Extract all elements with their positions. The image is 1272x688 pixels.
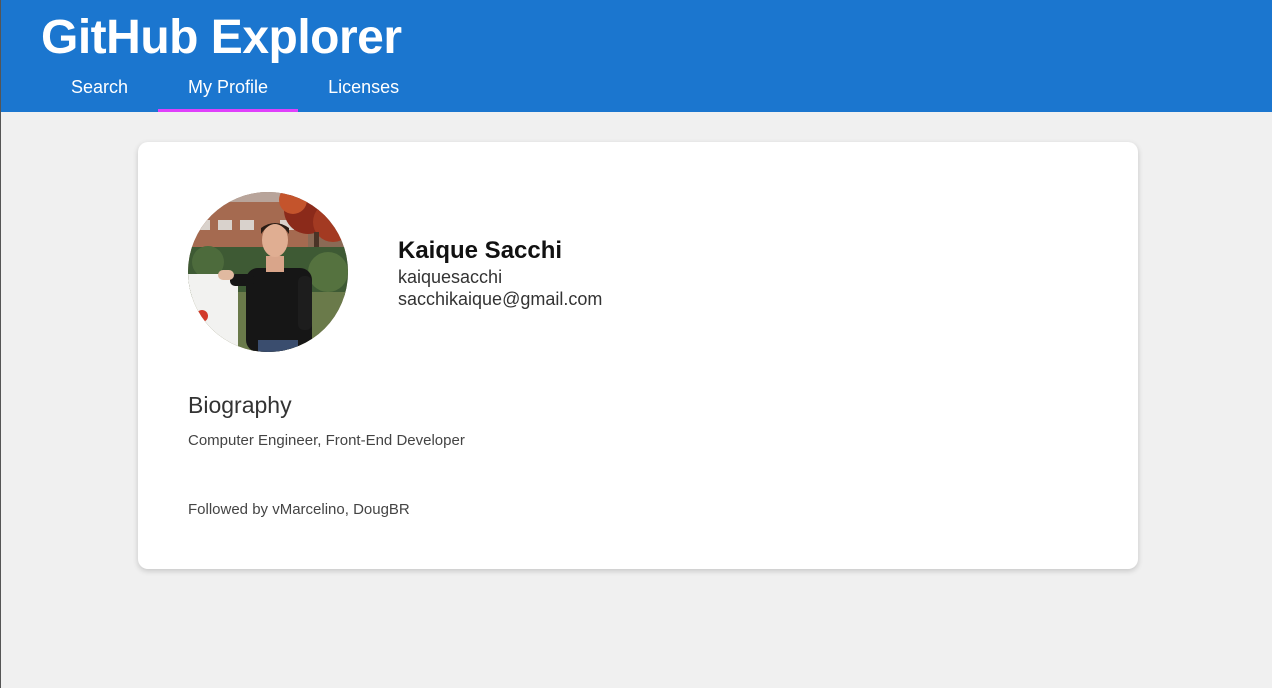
avatar <box>188 192 348 352</box>
tab-search[interactable]: Search <box>41 66 158 112</box>
profile-identity: Kaique Sacchi kaiquesacchi sacchikaique@… <box>398 236 602 310</box>
profile-photo-icon <box>188 192 348 352</box>
app-window: GitHub Explorer Search My Profile Licens… <box>0 0 1272 688</box>
tab-my-profile[interactable]: My Profile <box>158 66 299 112</box>
app-header: GitHub Explorer Search My Profile Licens… <box>1 0 1272 112</box>
followed-by-text: Followed by vMarcelino, DougBR <box>188 501 410 518</box>
profile-name: Kaique Sacchi <box>398 237 563 264</box>
app-title: GitHub Explorer <box>41 11 402 64</box>
nav-tabs: Search My Profile Licenses <box>41 66 429 112</box>
profile-email: sacchikaique@gmail.com <box>398 289 603 309</box>
profile-login: kaiquesacchi <box>398 267 503 287</box>
biography-heading: Biography <box>188 392 292 418</box>
profile-card: Kaique Sacchi kaiquesacchi sacchikaique@… <box>138 142 1138 569</box>
biography-text: Computer Engineer, Front-End Developer <box>188 432 465 449</box>
tab-licenses[interactable]: Licenses <box>298 66 429 112</box>
